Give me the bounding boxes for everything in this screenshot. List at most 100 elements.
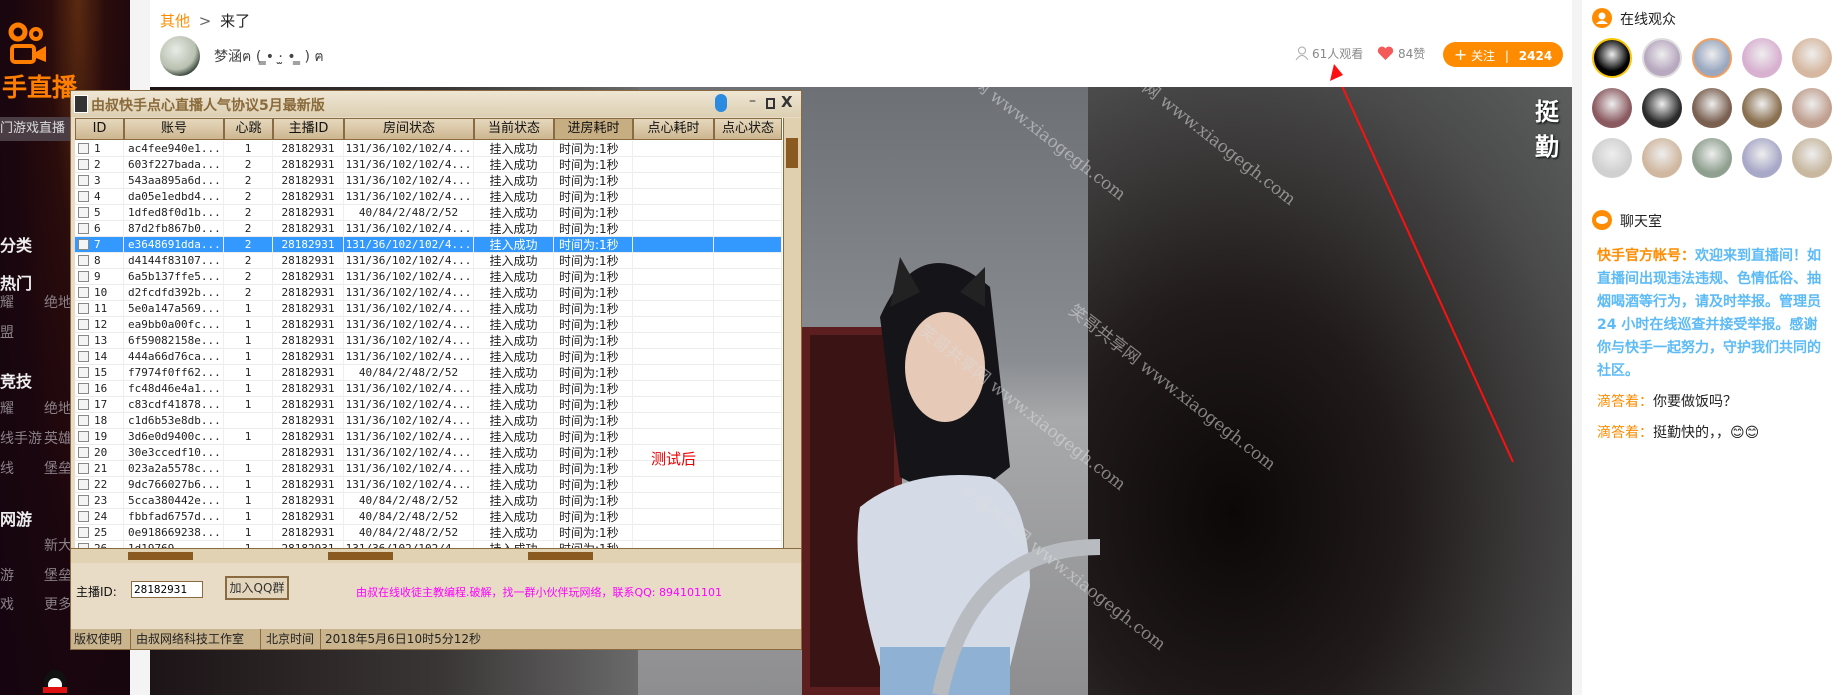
table-row[interactable]: 3 543aa895a6d... 2 28182931 131/36/102/102/4… [75, 173, 782, 189]
column-header[interactable]: 账号 [124, 118, 224, 140]
sidebar-link[interactable]: 堡垒 [44, 565, 72, 585]
streamer-name[interactable]: 梦涵ฅ ( ̳• ·̫ • ̳ ) ฅ [214, 46, 324, 68]
table-row[interactable]: 24 fbbfad6757d... 1 28182931 40/84/2/48/2/52… [75, 509, 782, 525]
row-checkbox[interactable] [78, 431, 89, 442]
table-row[interactable]: 1 ac4fee940e1... 1 28182931 131/36/102/102/4… [75, 141, 782, 157]
column-header[interactable]: 点心状态 [714, 118, 782, 140]
viewer-avatar[interactable] [1792, 38, 1832, 78]
viewer-avatar[interactable] [1642, 88, 1682, 128]
column-header[interactable]: 点心耗时 [633, 118, 714, 140]
table-row[interactable]: 13 6f59082158e... 1 28182931 131/36/102/102/… [75, 333, 782, 349]
sidebar-link[interactable]: 绝地 [44, 292, 72, 312]
table-row[interactable]: 5 1dfed8f0d1b... 2 28182931 40/84/2/48/2/52 挂… [75, 205, 782, 221]
row-checkbox[interactable] [78, 367, 89, 378]
table-row[interactable]: 19 3d6e0d9400c... 1 28182931 131/36/102/102/… [75, 429, 782, 445]
maximize-button[interactable] [766, 98, 775, 109]
sidebar-link[interactable]: 戏 [0, 594, 14, 614]
row-checkbox[interactable] [78, 303, 89, 314]
row-checkbox[interactable] [78, 239, 89, 250]
table-row[interactable]: 25 0e918669238... 1 28182931 40/84/2/48/2/52… [75, 525, 782, 541]
row-checkbox[interactable] [78, 191, 89, 202]
table-row[interactable]: 4 da05e1edbd4... 2 28182931 131/36/102/102/4… [75, 189, 782, 205]
viewer-avatar[interactable] [1742, 138, 1782, 178]
row-checkbox[interactable] [78, 479, 89, 490]
table-row[interactable]: 11 5e0a147a569... 1 28182931 131/36/102/102/… [75, 301, 782, 317]
sidebar-link[interactable]: 耀 [0, 292, 14, 312]
table-row[interactable]: 16 fc48d46e4a1... 1 28182931 131/36/102/102/… [75, 381, 782, 397]
column-header[interactable]: ID [75, 118, 124, 140]
sidebar-link[interactable]: 盟 [0, 322, 14, 342]
column-header[interactable]: 进房耗时 [554, 118, 633, 140]
table-row[interactable]: 22 9dc766027b6... 1 28182931 131/36/102/102/… [75, 477, 782, 493]
viewer-avatar[interactable] [1792, 88, 1832, 128]
sidebar-link[interactable]: 耀 [0, 398, 14, 418]
table-row[interactable]: 15 f7974f0ff62... 1 28182931 40/84/2/48/2/52… [75, 365, 782, 381]
minimize-button[interactable]: – [749, 93, 756, 109]
row-checkbox[interactable] [78, 159, 89, 170]
row-checkbox[interactable] [78, 447, 89, 458]
row-checkbox[interactable] [78, 383, 89, 394]
sidebar-link[interactable]: 绝地 [44, 398, 72, 418]
join-qq-group-button[interactable]: 加入QQ群 [225, 576, 289, 600]
viewer-avatar[interactable] [1592, 138, 1632, 178]
viewer-avatar[interactable] [1692, 138, 1732, 178]
row-checkbox[interactable] [78, 175, 89, 186]
column-header[interactable]: 心跳 [224, 118, 273, 140]
row-checkbox[interactable] [78, 287, 89, 298]
column-header[interactable]: 当前状态 [474, 118, 554, 140]
table-row[interactable]: 12 ea9bb0a00fc... 1 28182931 131/36/102/102/… [75, 317, 782, 333]
row-checkbox[interactable] [78, 399, 89, 410]
viewer-avatar[interactable] [1692, 38, 1732, 78]
row-checkbox[interactable] [78, 319, 89, 330]
viewer-avatar[interactable] [1592, 88, 1632, 128]
viewer-avatar[interactable] [1792, 138, 1832, 178]
viewer-avatar[interactable] [1642, 138, 1682, 178]
anchor-id-input[interactable] [131, 581, 203, 598]
row-checkbox[interactable] [78, 143, 89, 154]
viewer-avatar[interactable] [1742, 38, 1782, 78]
table-row[interactable]: 9 6a5b137ffe5... 2 28182931 131/36/102/102/4… [75, 269, 782, 285]
sidebar-link[interactable]: 线 [0, 458, 14, 478]
window-titlebar[interactable]: 由叔快手点心直播人气协议5月最新版 – X [71, 91, 801, 117]
chat-user[interactable]: 快手官方帐号： [1597, 248, 1695, 264]
streamer-avatar[interactable] [160, 36, 200, 76]
row-checkbox[interactable] [78, 351, 89, 362]
sidebar-link[interactable]: 更多 [44, 594, 72, 614]
row-checkbox[interactable] [78, 495, 89, 506]
column-header[interactable]: 房间状态 [344, 118, 474, 140]
chat-user[interactable]: 滴答着： [1597, 425, 1653, 441]
table-row[interactable]: 6 87d2fb867b0... 2 28182931 131/36/102/102/4… [75, 221, 782, 237]
table-row[interactable]: 2 603f227bada... 2 28182931 131/36/102/102/4… [75, 157, 782, 173]
qq-penguin-icon[interactable] [40, 664, 70, 694]
breadcrumb-parent[interactable]: 其他 [160, 12, 190, 30]
table-row[interactable]: 14 444a66d76ca... 1 28182931 131/36/102/102/… [75, 349, 782, 365]
sidebar-link[interactable]: 新大 [44, 535, 72, 555]
row-checkbox[interactable] [78, 527, 89, 538]
table-row[interactable]: 7 e3648691dda... 2 28182931 131/36/102/102/4… [75, 237, 782, 253]
table-row[interactable]: 261d19769...128182931131/36/102/102/4...… [75, 541, 782, 548]
column-header[interactable]: 主播ID [273, 118, 344, 140]
viewer-avatar[interactable] [1692, 88, 1732, 128]
close-button[interactable]: X [781, 93, 793, 111]
viewer-avatar[interactable] [1642, 38, 1682, 78]
table-row[interactable]: 10 d2fcdfd392b... 2 28182931 131/36/102/102/… [75, 285, 782, 301]
table-row[interactable]: 23 5cca380442e... 1 28182931 40/84/2/48/2/52… [75, 493, 782, 509]
sidebar-link[interactable]: 英雄 [44, 428, 72, 448]
chat-user[interactable]: 滴答着： [1597, 394, 1653, 410]
vertical-scrollbar[interactable] [783, 118, 801, 548]
sidebar-link[interactable]: 线手游 [0, 428, 42, 448]
row-checkbox[interactable] [78, 255, 89, 266]
row-checkbox[interactable] [78, 463, 89, 474]
follow-button[interactable]: + 关注 | 2424 [1443, 42, 1563, 67]
sidebar-link[interactable]: 游 [0, 565, 14, 585]
viewer-avatar[interactable] [1592, 38, 1632, 78]
table-row[interactable]: 17 c83cdf41878... 1 28182931 131/36/102/102/… [75, 397, 782, 413]
viewer-avatar[interactable] [1742, 88, 1782, 128]
table-row[interactable]: 8 d4144f83107... 2 28182931 131/36/102/102/4… [75, 253, 782, 269]
row-checkbox[interactable] [78, 335, 89, 346]
row-checkbox[interactable] [78, 207, 89, 218]
row-checkbox[interactable] [78, 271, 89, 282]
sidebar-link[interactable]: 堡垒 [44, 458, 72, 478]
row-checkbox[interactable] [78, 415, 89, 426]
row-checkbox[interactable] [78, 511, 89, 522]
